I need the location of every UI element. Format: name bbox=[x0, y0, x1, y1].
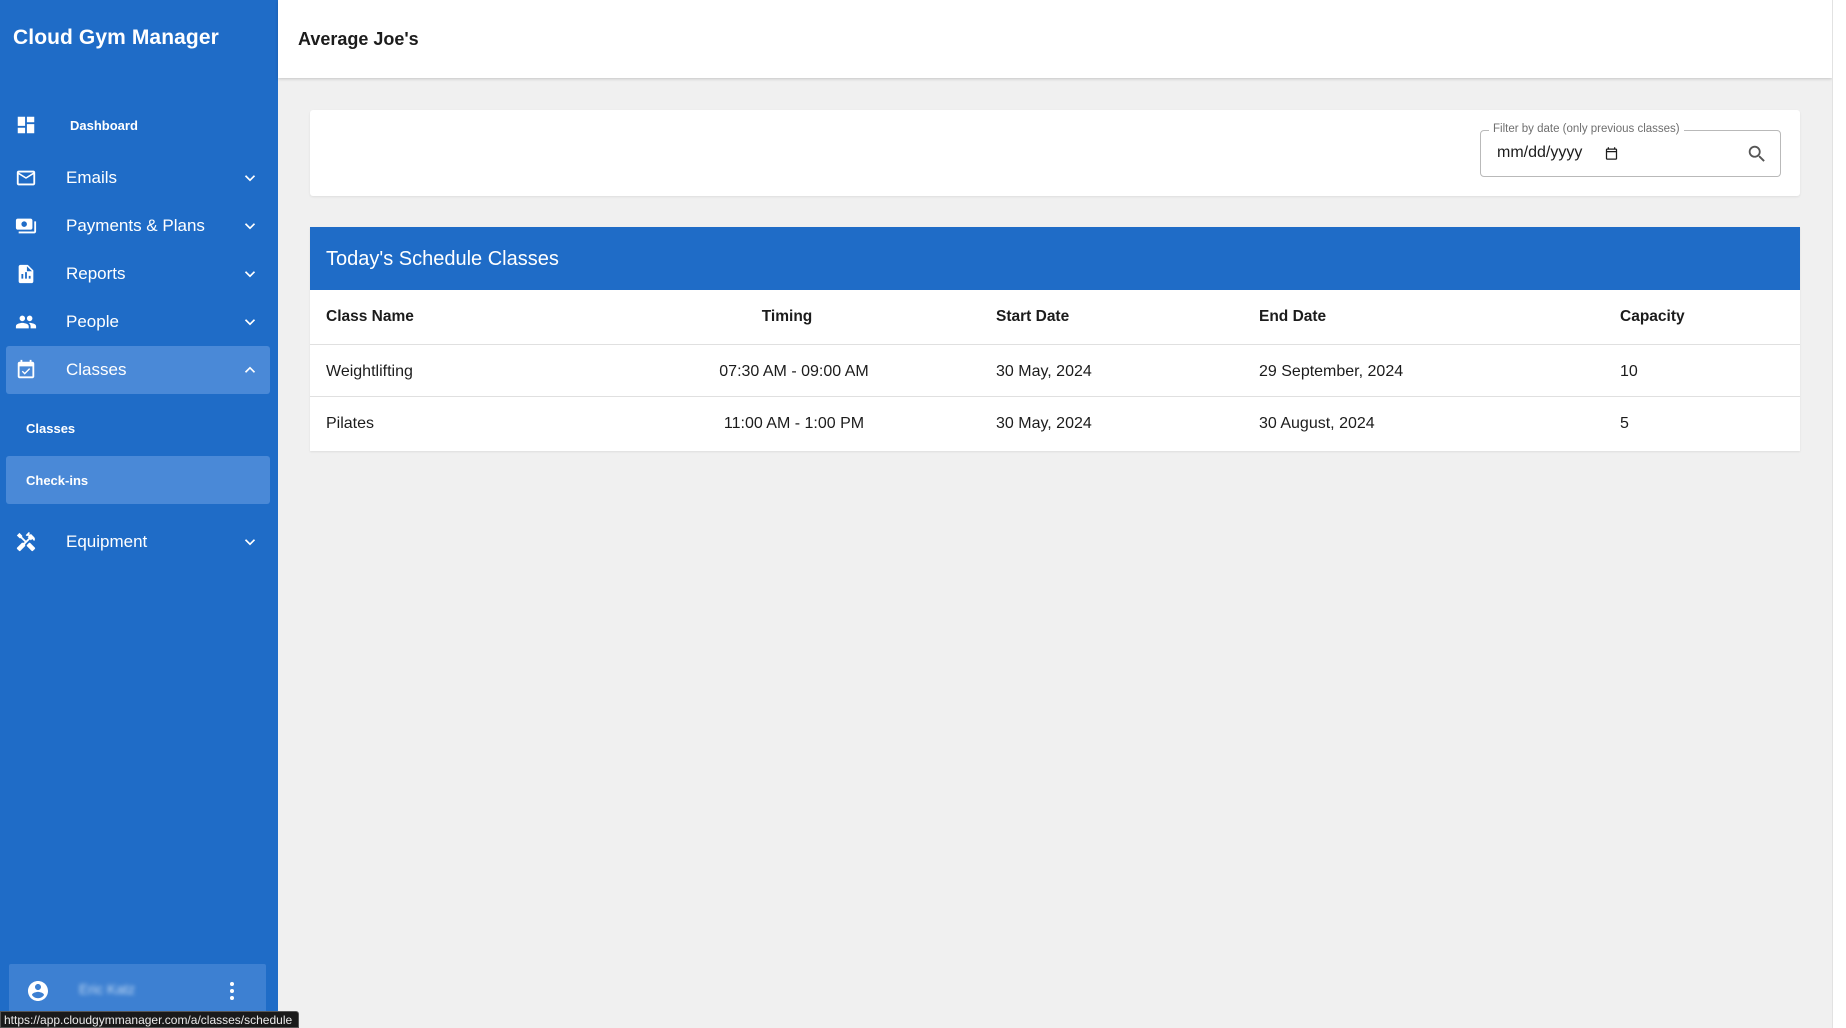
sidebar-item-label: Payments & Plans bbox=[66, 216, 205, 235]
sidebar-item-classes[interactable]: Classes bbox=[6, 346, 270, 394]
column-header-capacity: Capacity bbox=[1620, 308, 1685, 325]
sidebar-item-equipment[interactable]: Equipment bbox=[6, 518, 270, 566]
scrollbar-track[interactable] bbox=[1832, 0, 1846, 1028]
chevron-down-icon bbox=[240, 264, 260, 284]
sidebar-item-label: People bbox=[66, 312, 119, 331]
chevron-up-icon bbox=[240, 360, 260, 380]
cell-capacity: 5 bbox=[1620, 415, 1629, 432]
sidebar-subitem-check-ins[interactable]: Check-ins bbox=[6, 456, 270, 504]
account-circle-icon bbox=[26, 979, 50, 1003]
schedule-header: Today's Schedule Classes bbox=[310, 227, 1800, 290]
mail-icon bbox=[14, 166, 38, 190]
cell-timing: 07:30 AM - 09:00 AM bbox=[719, 363, 869, 380]
cell-capacity: 10 bbox=[1620, 363, 1638, 380]
schedule-card: Today's Schedule Classes Class Name Timi… bbox=[310, 227, 1800, 451]
user-menu[interactable]: Eric Katz bbox=[9, 964, 266, 1018]
date-filter-field[interactable]: Filter by date (only previous classes) m… bbox=[1480, 123, 1781, 177]
cell-timing: 11:00 AM - 1:00 PM bbox=[723, 415, 865, 432]
cell-end-date: 30 August, 2024 bbox=[1259, 415, 1375, 432]
more-vert-icon[interactable] bbox=[228, 980, 236, 1002]
people-icon bbox=[14, 310, 38, 334]
sidebar-item-dashboard[interactable]: Dashboard bbox=[6, 101, 270, 149]
user-name: Eric Katz bbox=[79, 981, 136, 997]
sidebar-item-label: Emails bbox=[66, 168, 118, 187]
sidebar-item-payments[interactable]: Payments & Plans bbox=[6, 202, 270, 250]
page-title: Average Joe's bbox=[298, 29, 419, 49]
table-header-row: Class Name Timing Start Date End Date Ca… bbox=[310, 290, 1800, 345]
reports-icon bbox=[14, 262, 38, 286]
sidebar-subitem-label: Check-ins bbox=[26, 472, 89, 488]
search-icon[interactable] bbox=[1746, 143, 1768, 165]
sidebar-item-label: Equipment bbox=[66, 532, 148, 551]
schedule-title: Today's Schedule Classes bbox=[326, 248, 559, 270]
sidebar: Cloud Gym Manager Dashboard Emails Payme… bbox=[0, 0, 278, 1028]
sidebar-subitem-label: Classes bbox=[26, 420, 76, 436]
filter-card: Filter by date (only previous classes) m… bbox=[310, 110, 1800, 196]
sidebar-item-label: Classes bbox=[66, 360, 127, 379]
cell-start-date: 30 May, 2024 bbox=[996, 363, 1092, 380]
cell-start-date: 30 May, 2024 bbox=[996, 415, 1092, 432]
cell-end-date: 29 September, 2024 bbox=[1259, 363, 1404, 380]
table-row[interactable]: Weightlifting 07:30 AM - 09:00 AM 30 May… bbox=[310, 345, 1800, 397]
app-root: Cloud Gym Manager Dashboard Emails Payme… bbox=[0, 0, 1846, 1028]
sidebar-item-label: Reports bbox=[66, 264, 126, 283]
top-header: Average Joe's bbox=[278, 0, 1832, 78]
calendar-icon[interactable] bbox=[1604, 146, 1620, 162]
calendar-check-icon bbox=[14, 358, 38, 382]
sidebar-subitem-classes[interactable]: Classes bbox=[6, 404, 270, 452]
sidebar-item-label: Dashboard bbox=[70, 117, 138, 133]
date-filter-input[interactable]: mm/dd/yyyy bbox=[1497, 144, 1582, 162]
sidebar-item-people[interactable]: People bbox=[6, 298, 270, 346]
sidebar-item-reports[interactable]: Reports bbox=[6, 250, 270, 298]
brand-title: Cloud Gym Manager bbox=[13, 26, 219, 49]
sidebar-item-emails[interactable]: Emails bbox=[6, 154, 270, 202]
column-header-timing: Timing bbox=[761, 308, 813, 325]
dashboard-icon bbox=[14, 113, 38, 137]
chevron-down-icon bbox=[240, 532, 260, 552]
chevron-down-icon bbox=[240, 216, 260, 236]
chevron-down-icon bbox=[240, 168, 260, 188]
chevron-down-icon bbox=[240, 312, 260, 332]
date-filter-label: Filter by date (only previous classes) bbox=[1489, 123, 1684, 135]
status-bar-url: https://app.cloudgymmanager.com/a/classe… bbox=[0, 1011, 300, 1028]
payments-icon bbox=[14, 214, 38, 238]
column-header-end-date: End Date bbox=[1259, 308, 1327, 325]
table-row[interactable]: Pilates 11:00 AM - 1:00 PM 30 May, 2024 … bbox=[310, 397, 1800, 449]
column-header-start-date: Start Date bbox=[996, 308, 1070, 325]
tools-icon bbox=[14, 530, 38, 554]
